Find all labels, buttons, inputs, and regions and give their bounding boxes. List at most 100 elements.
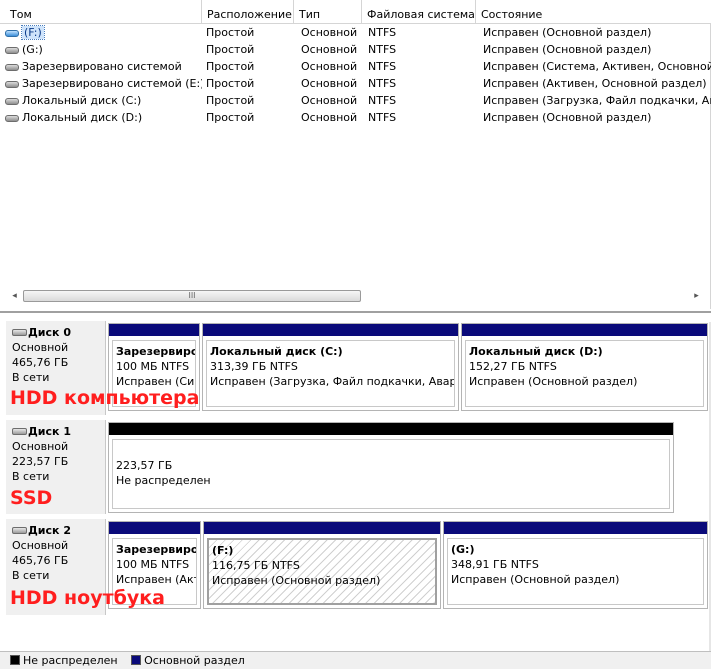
partition-size: 152,27 ГБ NTFS	[469, 360, 557, 373]
volume-fs: NTFS	[368, 43, 397, 56]
partition-bar	[444, 522, 707, 534]
volume-fs: NTFS	[368, 94, 397, 107]
partition-name: Зарезервиро	[116, 543, 197, 556]
legend-label-primary: Основной раздел	[144, 654, 245, 667]
disk-size: 465,76 ГБ	[12, 356, 69, 369]
disk-icon	[5, 64, 19, 71]
partition-bar	[109, 423, 673, 435]
volume-name: Локальный диск (C:)	[22, 94, 142, 107]
volume-status: Исправен (Основной раздел)	[483, 111, 652, 124]
volume-layout: Простой	[206, 94, 255, 107]
volume-name: (F:)	[21, 25, 45, 40]
partition-status: Исправен (Акт	[116, 573, 197, 586]
partition-f[interactable]: (F:) 116,75 ГБ NTFS Исправен (Основной р…	[203, 521, 441, 609]
partition-bar	[204, 522, 440, 534]
horizontal-scrollbar[interactable]: ◂ III ▸	[6, 288, 705, 305]
partition-status: Исправен (Загрузка, Файл подкачки, Авари…	[210, 375, 455, 388]
legend-swatch-primary	[131, 655, 142, 665]
annotation-hdd-computer: HDD компьютера	[10, 387, 200, 409]
volume-layout: Простой	[206, 26, 255, 39]
volume-row[interactable]: Локальный диск (C:) Простой Основной NTF…	[0, 92, 711, 109]
disk-state: В сети	[12, 371, 50, 384]
partition-status: Исправен (Основной раздел)	[212, 574, 381, 587]
scrollbar-thumb[interactable]: III	[23, 290, 361, 302]
partition-bar	[462, 324, 707, 336]
partition-bar	[203, 324, 458, 336]
partition-c[interactable]: Локальный диск (C:) 313,39 ГБ NTFS Испра…	[202, 323, 459, 411]
volume-name: Локальный диск (D:)	[22, 111, 143, 124]
disk-icon	[12, 329, 27, 336]
disk-icon	[5, 98, 19, 105]
volume-status: Исправен (Основной раздел)	[483, 26, 652, 39]
volume-layout: Простой	[206, 111, 255, 124]
volume-type: Основной	[301, 43, 358, 56]
partition-name: (G:)	[451, 543, 475, 556]
volume-type: Основной	[301, 26, 358, 39]
disk-icon	[5, 47, 19, 54]
column-header: Том Расположение Тип Файловая система Со…	[0, 0, 711, 24]
disk-size: 223,57 ГБ	[12, 455, 69, 468]
volume-row[interactable]: (F:) Простой Основной NTFS Исправен (Осн…	[0, 24, 711, 41]
partition-size: 116,75 ГБ NTFS	[212, 559, 300, 572]
column-header-type[interactable]: Тип	[294, 0, 362, 24]
volume-row[interactable]: Зарезервировано системой Простой Основно…	[0, 58, 711, 75]
disk-kind: Основной	[12, 440, 69, 453]
partition-bar	[109, 324, 199, 336]
disk-kind: Основной	[12, 539, 69, 552]
volume-fs: NTFS	[368, 60, 397, 73]
volume-status: Исправен (Активен, Основной раздел)	[483, 77, 707, 90]
volume-name: (G:)	[22, 43, 43, 56]
annotation-hdd-laptop: HDD ноутбука	[10, 587, 166, 609]
volume-list[interactable]: Том Расположение Тип Файловая система Со…	[0, 0, 711, 309]
volume-row[interactable]: Локальный диск (D:) Простой Основной NTF…	[0, 109, 711, 126]
partition-d[interactable]: Локальный диск (D:) 152,27 ГБ NTFS Испра…	[461, 323, 708, 411]
partition-unallocated[interactable]: 223,57 ГБ Не распределен	[108, 422, 674, 513]
disk-size: 465,76 ГБ	[12, 554, 69, 567]
volume-fs: NTFS	[368, 111, 397, 124]
volume-name: Зарезервировано системой (E:)	[22, 77, 202, 90]
volume-layout: Простой	[206, 60, 255, 73]
partition-name: Локальный диск (D:)	[469, 345, 603, 358]
partition-size: 100 МБ NTFS	[116, 360, 190, 373]
partition-size: 313,39 ГБ NTFS	[210, 360, 298, 373]
partition-status: Исправен (Основной раздел)	[451, 573, 620, 586]
partition-g[interactable]: (G:) 348,91 ГБ NTFS Исправен (Основной р…	[443, 521, 708, 609]
volume-layout: Простой	[206, 77, 255, 90]
volume-row[interactable]: (G:) Простой Основной NTFS Исправен (Осн…	[0, 41, 711, 58]
scroll-right-icon[interactable]: ▸	[688, 288, 705, 305]
scroll-left-icon[interactable]: ◂	[6, 288, 23, 305]
disk-icon	[5, 115, 19, 122]
disk-state: В сети	[12, 470, 50, 483]
disk-state: В сети	[12, 569, 50, 582]
partition-size: 100 МБ NTFS	[116, 558, 190, 571]
partition-size: 348,91 ГБ NTFS	[451, 558, 539, 571]
column-header-volume[interactable]: Том	[5, 0, 202, 24]
removable-disk-icon	[5, 30, 19, 37]
partition-name: Зарезервиро	[116, 345, 196, 358]
partition-bar	[109, 522, 200, 534]
partition-name: Локальный диск (C:)	[210, 345, 343, 358]
volume-status: Исправен (Система, Активен, Основной раз	[483, 60, 711, 73]
disk-icon	[12, 428, 27, 435]
volume-status: Исправен (Основной раздел)	[483, 43, 652, 56]
legend-swatch-unallocated	[10, 655, 20, 665]
disk-kind: Основной	[12, 341, 69, 354]
grip-icon: III	[188, 291, 196, 300]
volume-status: Исправен (Загрузка, Файл подкачки, Ава	[483, 94, 711, 107]
volume-fs: NTFS	[368, 77, 397, 90]
volume-fs: NTFS	[368, 26, 397, 39]
disk-icon	[5, 81, 19, 88]
partition-name: (F:)	[212, 544, 234, 557]
disk-name: Диск 0	[28, 326, 71, 339]
volume-layout: Простой	[206, 43, 255, 56]
column-header-layout[interactable]: Расположение	[202, 0, 294, 24]
column-header-status[interactable]: Состояние	[476, 0, 711, 24]
volume-type: Основной	[301, 111, 358, 124]
disk-map: Диск 0 Основной 465,76 ГБ В сети Зарезер…	[0, 311, 711, 651]
volume-type: Основной	[301, 77, 358, 90]
volume-name: Зарезервировано системой	[22, 60, 182, 73]
column-header-filesystem[interactable]: Файловая система	[362, 0, 476, 24]
disk-icon	[12, 527, 27, 534]
volume-type: Основной	[301, 94, 358, 107]
volume-row[interactable]: Зарезервировано системой (E:) Простой Ос…	[0, 75, 711, 92]
